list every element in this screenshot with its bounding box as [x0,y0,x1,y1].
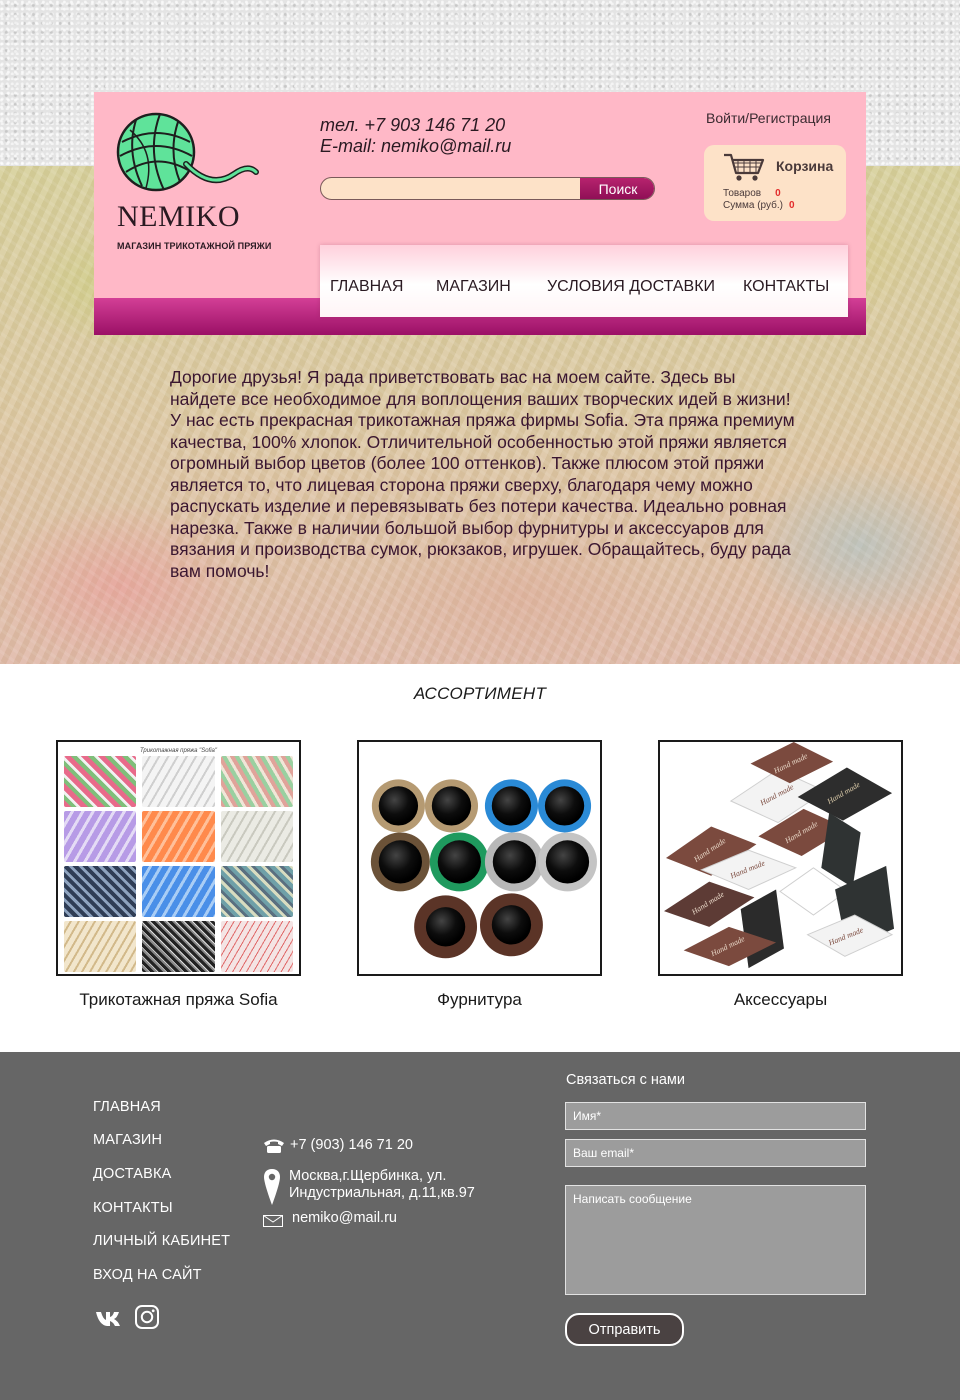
footer-address-line2: Индустриальная, д.11,кв.97 [289,1185,475,1201]
yarn-swatch [142,756,215,807]
yarn-swatch [142,866,215,917]
cart-items-count: 0 [775,188,781,199]
message-field[interactable] [565,1185,866,1295]
site-footer: ГЛАВНАЯ МАГАЗИН ДОСТАВКА КОНТАКТЫ ЛИЧНЫЙ… [0,1052,960,1400]
product-label-fittings[interactable]: Фурнитура [337,990,622,1010]
nav-item-shop[interactable]: МАГАЗИН [436,278,511,296]
header-email: E-mail: nemiko@mail.ru [320,136,512,156]
cart-items-label: Товаров [723,188,762,199]
location-pin-icon [264,1169,280,1205]
yarn-swatch [142,921,215,972]
welcome-text: Дорогие друзья! Я рада приветствовать ва… [170,367,795,581]
product-label-yarn[interactable]: Трикотажная пряжа Sofia [36,990,321,1010]
send-button[interactable]: Отправить [565,1313,684,1346]
yarn-swatch [64,921,137,972]
nav-item-contacts[interactable]: КОНТАКТЫ [743,278,829,296]
search-box: Поиск [320,177,655,200]
product-card-accessories[interactable]: Hand made Hand made Hand made Hand made Hand… [658,740,903,1016]
cart-widget[interactable]: Корзина Товаров 0 Сумма (руб.) 0 [704,145,846,221]
email-field[interactable] [565,1139,866,1167]
yarn-swatch [220,866,293,917]
envelope-icon [263,1215,283,1227]
yarn-collage-image[interactable]: Трикотажная пряжа "Sofia" [56,740,301,976]
search-button[interactable]: Поиск [580,178,654,199]
yarn-swatch [220,756,293,807]
cart-sum-value: 0 [788,200,795,211]
header-phone: тел. +7 903 146 71 20 [320,115,506,135]
yarn-swatch [220,921,293,972]
footer-link-account[interactable]: ЛИЧНЫЙ КАБИНЕТ [93,1233,230,1249]
site-header: NEMIKO МАГАЗИН ТРИКОТАЖНОЙ ПРЯЖИ тел. +7… [94,92,866,335]
footer-address-line1: Москва,г.Щербинка, ул. [289,1168,447,1184]
name-field[interactable] [565,1102,866,1130]
instagram-icon[interactable] [134,1304,160,1330]
yarn-swatch [64,866,137,917]
cart-title: Корзина [776,158,834,174]
vk-icon[interactable] [95,1304,121,1330]
yarn-collage-header: Трикотажная пряжа "Sofia" [139,748,218,754]
nav-item-home[interactable]: ГЛАВНАЯ [330,278,403,296]
yarn-swatch [64,811,137,862]
footer-link-contacts[interactable]: КОНТАКТЫ [93,1200,173,1216]
yarn-color-grid [64,756,293,972]
phone-icon [264,1139,284,1153]
main-nav: ГЛАВНАЯ МАГАЗИН УСЛОВИЯ ДОСТАВКИ КОНТАКТ… [320,245,848,317]
yarn-swatch [64,756,137,807]
shopping-cart-icon [724,153,765,181]
footer-link-delivery[interactable]: ДОСТАВКА [93,1166,172,1182]
logo-tagline: МАГАЗИН ТРИКОТАЖНОЙ ПРЯЖИ [117,241,272,251]
search-input[interactable] [321,178,579,199]
product-label-accessories[interactable]: Аксессуары [638,990,923,1010]
footer-phone: +7 (903) 146 71 20 [290,1137,413,1153]
assortment-title: АССОРТИМЕНТ [413,684,547,703]
login-register-link[interactable]: Войти/Регистрация [706,110,831,126]
cart-sum-label: Сумма (руб.) [723,200,783,211]
footer-link-login[interactable]: ВХОД НА САЙТ [93,1267,202,1283]
logo-name[interactable]: NEMIKO [117,200,240,234]
contact-form-title: Связаться с нами [566,1072,686,1088]
footer-link-shop[interactable]: МАГАЗИН [93,1132,162,1148]
cart-items-row: Товаров 0 [723,188,781,199]
footer-email: nemiko@mail.ru [292,1210,397,1226]
hand-made-tags-image[interactable]: Hand madeHand madeHand madeHand madeHand… [658,740,903,976]
yarn-swatch [220,811,293,862]
product-card-yarn[interactable]: Трикотажная пряжа "Sofia" Трикотажная пр… [56,740,301,1016]
product-card-fittings[interactable]: Фурнитура [357,740,602,1016]
yarn-ball-logo-icon[interactable] [116,112,264,197]
yarn-swatch [142,811,215,862]
nav-item-delivery[interactable]: УСЛОВИЯ ДОСТАВКИ [547,278,715,296]
safety-eyes-image[interactable] [357,740,602,976]
cart-sum-row: Сумма (руб.) 0 [723,200,795,211]
footer-link-home[interactable]: ГЛАВНАЯ [93,1099,161,1115]
